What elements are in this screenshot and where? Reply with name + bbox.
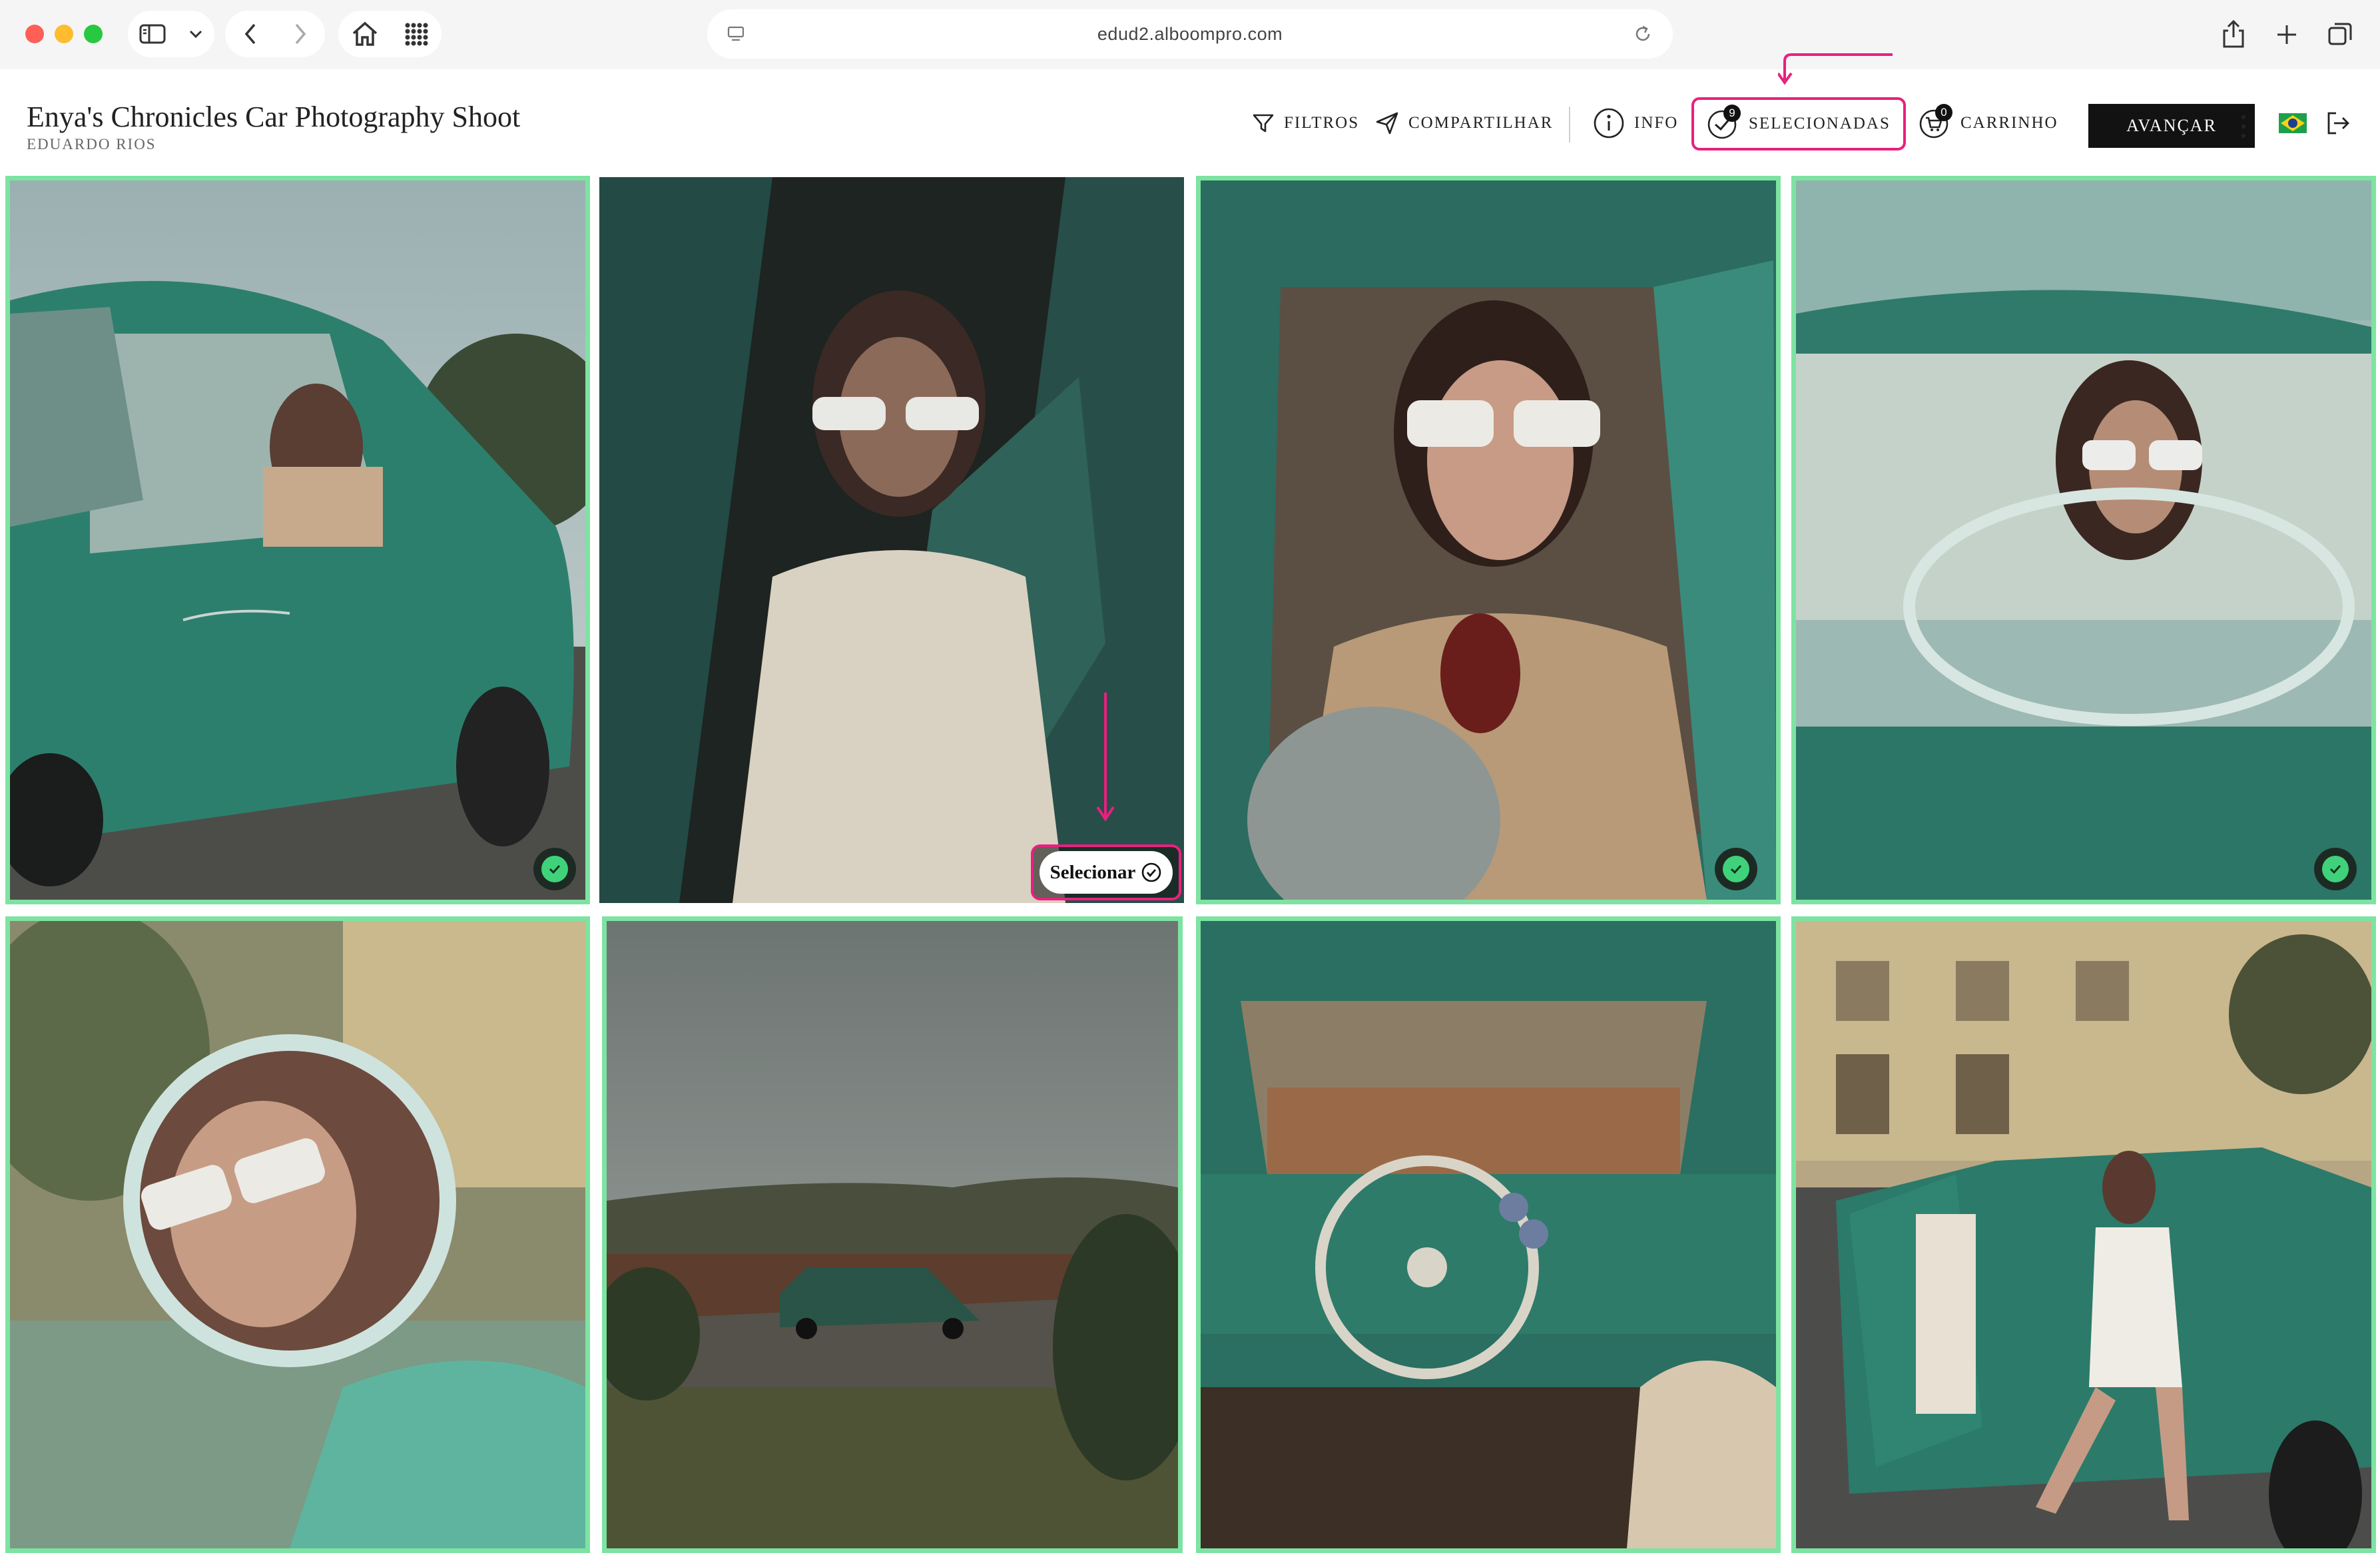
more-options-icon[interactable]	[2240, 113, 2247, 140]
selected-label: SELECIONADAS	[1749, 115, 1891, 133]
sidebar-toggle-button[interactable]	[128, 11, 214, 57]
photo-image	[10, 921, 585, 1548]
photo-card[interactable]	[1791, 916, 2376, 1553]
share-icon[interactable]	[2220, 17, 2247, 51]
page-title: Enya's Chronicles Car Photography Shoot	[27, 101, 521, 133]
annotation-arrow-icon	[1096, 693, 1115, 822]
photo-image	[1201, 921, 1776, 1548]
back-arrow-icon[interactable]	[242, 22, 258, 46]
check-icon	[549, 864, 561, 874]
address-bar[interactable]: edud2.alboompro.com	[707, 9, 1673, 59]
check-circle-icon	[1142, 862, 1161, 882]
chevron-down-icon[interactable]	[188, 29, 203, 39]
tab-overview-icon[interactable]	[2327, 17, 2353, 51]
zoom-window-button[interactable]	[84, 25, 103, 43]
filters-label: FILTROS	[1284, 114, 1360, 132]
sidebar-icon	[139, 24, 166, 44]
annotation-arrow-icon	[1778, 53, 1893, 85]
cart-icon-wrap: 0	[1918, 104, 1952, 140]
check-icon	[2329, 864, 2341, 874]
photo-card[interactable]	[602, 916, 1183, 1553]
reload-icon[interactable]	[1633, 24, 1653, 44]
forward-arrow-icon[interactable]	[292, 22, 308, 46]
logout-icon[interactable]	[2325, 111, 2351, 136]
photo-image	[10, 180, 585, 900]
photo-image	[607, 921, 1178, 1548]
gallery-header: Enya's Chronicles Car Photography Shoot …	[0, 69, 2380, 176]
minimize-window-button[interactable]	[55, 25, 73, 43]
filters-button[interactable]: FILTROS	[1252, 101, 1359, 145]
selected-icon-wrap: 9	[1706, 105, 1741, 141]
grid-apps-icon[interactable]	[404, 22, 428, 46]
select-photo-pill: Selecionar	[1040, 851, 1173, 894]
send-icon	[1376, 112, 1398, 135]
check-icon	[1730, 864, 1742, 874]
toolbar-divider	[1569, 107, 1570, 143]
share-gallery-button[interactable]: COMPARTILHAR	[1375, 101, 1553, 145]
new-tab-icon[interactable]	[2273, 17, 2300, 51]
photo-card[interactable]	[1196, 916, 1781, 1553]
share-label: COMPARTILHAR	[1408, 114, 1554, 132]
info-label: INFO	[1634, 114, 1679, 132]
home-icon[interactable]	[352, 21, 378, 47]
close-window-button[interactable]	[25, 25, 44, 43]
browser-chrome: edud2.alboompro.com	[0, 0, 2380, 69]
selected-check[interactable]	[1715, 848, 1757, 890]
cart-button[interactable]: 0 CARRINHO	[1918, 101, 2058, 145]
filter-icon	[1253, 114, 1274, 133]
selected-photos-button[interactable]: 9 SELECIONADAS	[1691, 97, 1906, 151]
home-and-apps	[338, 11, 442, 57]
navigation-controls	[225, 11, 325, 57]
info-icon	[1594, 108, 1624, 139]
info-button[interactable]: INFO	[1593, 101, 1678, 145]
advance-button[interactable]: AVANÇAR	[2088, 104, 2255, 148]
select-photo-button[interactable]: Selecionar	[1031, 844, 1181, 900]
photo-card[interactable]	[1791, 176, 2376, 904]
photographer-name: EDUARDO RIOS	[27, 136, 156, 153]
selected-count-badge: 9	[1723, 105, 1741, 122]
site-settings-icon[interactable]	[727, 25, 744, 43]
select-photo-label: Selecionar	[1049, 861, 1136, 883]
photo-image	[1796, 921, 2371, 1548]
photo-card[interactable]	[5, 916, 590, 1553]
photo-image	[1796, 180, 2371, 900]
selected-check[interactable]	[533, 848, 576, 890]
photo-card[interactable]	[1196, 176, 1781, 904]
cart-label: CARRINHO	[1960, 114, 2058, 132]
photo-card[interactable]	[5, 176, 590, 904]
photo-image	[1201, 180, 1776, 900]
url-text: edud2.alboompro.com	[1097, 23, 1283, 44]
cart-count-badge: 0	[1935, 104, 1952, 121]
browser-right-tools	[2220, 17, 2353, 51]
brazil-flag-icon[interactable]	[2279, 113, 2307, 133]
selected-check[interactable]	[2314, 848, 2357, 890]
